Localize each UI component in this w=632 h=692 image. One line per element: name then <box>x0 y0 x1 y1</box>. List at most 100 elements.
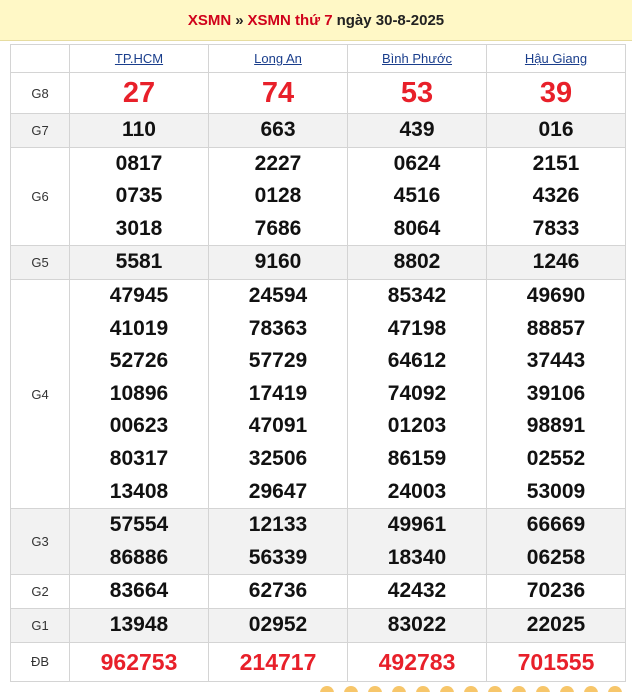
prize-cell: 0817 0735 3018 <box>69 146 209 247</box>
prize-number: 492783 <box>378 648 456 675</box>
prize-number: 02952 <box>248 612 308 636</box>
prize-cell: 62736 <box>208 574 348 609</box>
prize-number: 47945 <box>109 283 169 307</box>
prize-number: 74092 <box>387 381 447 405</box>
prize-row-g5: G5 5581 9160 8802 1246 <box>10 245 626 280</box>
prize-cell: 83022 <box>347 607 487 643</box>
prize-cell: 214717 <box>208 641 348 682</box>
prize-cell: 85342 47198 64612 74092 01203 86159 24003 <box>347 278 487 510</box>
prize-number: 3018 <box>115 216 163 240</box>
prize-number: 52726 <box>109 349 169 373</box>
prize-cell: 2227 0128 7686 <box>208 146 348 247</box>
prize-number: 13408 <box>109 479 169 503</box>
prize-number: 24594 <box>248 283 308 307</box>
prize-number: 39106 <box>526 381 586 405</box>
prize-cell: 2151 4326 7833 <box>486 146 626 247</box>
prize-number: 53 <box>400 77 434 109</box>
results-header: XSMN » XSMN thứ 7 ngày 30-8-2025 <box>0 0 632 41</box>
prize-cell: 02952 <box>208 607 348 643</box>
pagination-dots <box>320 686 632 692</box>
prize-number: 83664 <box>109 579 169 603</box>
province-link-hau-giang[interactable]: Hậu Giang <box>525 51 587 66</box>
dot-icon <box>488 686 502 692</box>
prize-number: 0624 <box>393 151 441 175</box>
prize-number: 88857 <box>526 316 586 340</box>
prize-number: 22025 <box>526 612 586 636</box>
prize-cell: 9160 <box>208 245 348 280</box>
prize-cell: 47945 41019 52726 10896 00623 80317 13408 <box>69 278 209 510</box>
prize-label: G4 <box>10 278 70 510</box>
prize-number: 70236 <box>526 579 586 603</box>
prize-cell: 53 <box>347 72 487 114</box>
prize-cell: 016 <box>486 113 626 148</box>
prize-number: 17419 <box>248 381 308 405</box>
prize-label: G3 <box>10 508 70 576</box>
prize-number: 13948 <box>109 612 169 636</box>
prize-cell: 74 <box>208 72 348 114</box>
province-header: TP.HCM <box>69 44 209 73</box>
prize-number: 66669 <box>526 513 586 537</box>
prize-number: 47198 <box>387 316 447 340</box>
prize-number: 18340 <box>387 545 447 569</box>
prize-number: 86159 <box>387 446 447 470</box>
province-link-long-an[interactable]: Long An <box>254 51 302 66</box>
prize-number: 439 <box>399 118 435 141</box>
prize-label: ĐB <box>10 641 70 682</box>
prize-number: 86886 <box>109 545 169 569</box>
prize-number: 24003 <box>387 479 447 503</box>
dot-icon <box>584 686 598 692</box>
dot-icon <box>392 686 406 692</box>
province-header-row: TP.HCM Long An Bình Phước Hậu Giang <box>10 44 626 73</box>
prize-number: 0128 <box>254 184 302 208</box>
prize-number: 47091 <box>248 414 308 438</box>
prize-number: 56339 <box>248 545 308 569</box>
prize-number: 12133 <box>248 513 308 537</box>
dot-icon <box>416 686 430 692</box>
prize-cell: 70236 <box>486 574 626 609</box>
dot-icon <box>608 686 622 692</box>
prize-number: 2151 <box>532 151 580 175</box>
prize-number: 06258 <box>526 545 586 569</box>
xsmn-saturday-link[interactable]: XSMN thứ 7 <box>248 12 333 29</box>
province-header: Long An <box>208 44 348 73</box>
prize-rows: G8 27 74 53 39 G7 110 663 439 016 G6 0817 0735 3018 22… <box>10 72 626 682</box>
prize-cell: 83664 <box>69 574 209 609</box>
dot-icon <box>560 686 574 692</box>
prize-row-g2: G2 83664 62736 42432 70236 <box>10 574 626 609</box>
prize-row-g3: G3 57554 86886 12133 56339 49961 18340 66669 062… <box>10 508 626 576</box>
dot-icon <box>440 686 454 692</box>
prize-number: 00623 <box>109 414 169 438</box>
prize-number: 4516 <box>393 184 441 208</box>
prize-number: 74 <box>261 77 295 109</box>
corner-cell <box>10 44 70 73</box>
prize-row-g6: G6 0817 0735 3018 2227 0128 7686 0624 4516 8064 21… <box>10 146 626 247</box>
prize-number: 37443 <box>526 349 586 373</box>
prize-number: 4326 <box>532 184 580 208</box>
prize-label: G6 <box>10 146 70 247</box>
prize-number: 1246 <box>532 250 580 274</box>
prize-cell: 49690 88857 37443 39106 98891 02552 53009 <box>486 278 626 510</box>
prize-number: 39 <box>539 77 573 109</box>
xsmn-link[interactable]: XSMN <box>188 12 231 29</box>
dot-icon <box>344 686 358 692</box>
prize-number: 7833 <box>532 216 580 240</box>
prize-number: 57729 <box>248 349 308 373</box>
dot-icon <box>464 686 478 692</box>
prize-cell: 8802 <box>347 245 487 280</box>
province-link-binh-phuoc[interactable]: Bình Phước <box>382 51 452 66</box>
prize-row-g4: G4 47945 41019 52726 10896 00623 80317 13408 245… <box>10 278 626 510</box>
prize-number: 85342 <box>387 283 447 307</box>
prize-row-g7: G7 110 663 439 016 <box>10 113 626 148</box>
province-link-tphcm[interactable]: TP.HCM <box>115 51 163 66</box>
prize-number: 49690 <box>526 283 586 307</box>
prize-number: 42432 <box>387 579 447 603</box>
province-header: Bình Phước <box>347 44 487 73</box>
prize-label: G7 <box>10 113 70 148</box>
prize-cell: 12133 56339 <box>208 508 348 576</box>
prize-row-đb: ĐB 962753 214717 492783 701555 <box>10 641 626 682</box>
dot-icon <box>320 686 334 692</box>
prize-number: 64612 <box>387 349 447 373</box>
prize-number: 98891 <box>526 414 586 438</box>
prize-number: 78363 <box>248 316 308 340</box>
prize-cell: 49961 18340 <box>347 508 487 576</box>
